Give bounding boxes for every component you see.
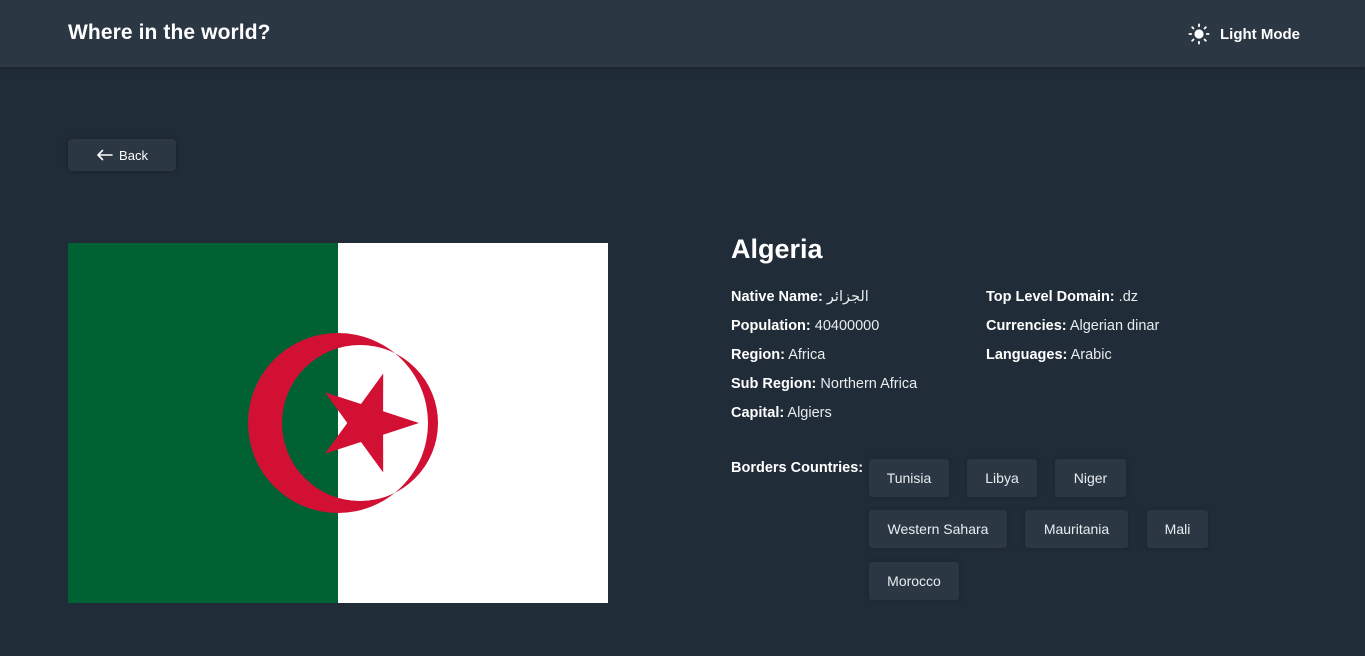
languages-label: Languages: <box>986 347 1068 363</box>
back-button[interactable]: Back <box>68 139 176 171</box>
native-name-value: الجزائر <box>826 289 869 305</box>
languages-value: Arabic <box>1070 347 1112 363</box>
sub-region-label: Sub Region: <box>731 376 817 392</box>
region-label: Region: <box>731 347 785 363</box>
border-country-button[interactable]: Mauritania <box>1025 510 1128 548</box>
currencies-row: Currencies: Algerian dinar <box>986 316 1159 345</box>
top-level-domain-label: Top Level Domain: <box>986 289 1115 305</box>
border-country-button[interactable]: Libya <box>967 459 1037 497</box>
native-name-label: Native Name: <box>731 289 823 305</box>
native-name-row: Native Name: الجزائر <box>731 287 917 316</box>
arrow-left-icon <box>97 149 113 161</box>
border-country-button[interactable]: Tunisia <box>869 459 949 497</box>
flag-green-band <box>68 243 338 603</box>
population-value: 40400000 <box>814 318 880 334</box>
top-level-domain-row: Top Level Domain: .dz <box>986 287 1159 316</box>
capital-value: Algiers <box>787 405 832 421</box>
app-title: Where in the world? <box>68 21 271 44</box>
region-row: Region: Africa <box>731 345 917 374</box>
mode-label: Light Mode <box>1220 25 1300 43</box>
info-column-left: Native Name: الجزائر Population: 4040000… <box>731 287 917 432</box>
languages-row: Languages: Arabic <box>986 345 1159 374</box>
country-flag <box>68 243 608 603</box>
region-value: Africa <box>788 347 826 363</box>
border-country-button[interactable]: Niger <box>1055 459 1126 497</box>
top-header: Where in the world? Light Mode <box>0 0 1365 67</box>
back-label: Back <box>119 147 148 163</box>
currencies-label: Currencies: <box>986 318 1067 334</box>
border-country-button[interactable]: Mali <box>1147 510 1208 548</box>
country-name: Algeria <box>731 234 823 264</box>
info-column-right: Top Level Domain: .dz Currencies: Algeri… <box>986 287 1159 374</box>
sun-icon <box>1188 23 1210 45</box>
borders-label: Borders Countries: <box>731 460 864 476</box>
border-country-button[interactable]: Morocco <box>869 562 959 600</box>
border-country-button[interactable]: Western Sahara <box>869 510 1007 548</box>
population-row: Population: 40400000 <box>731 316 917 345</box>
sub-region-value: Northern Africa <box>820 376 918 392</box>
population-label: Population: <box>731 318 811 334</box>
light-mode-toggle[interactable]: Light Mode <box>1188 23 1300 45</box>
top-level-domain-value: .dz <box>1118 289 1139 305</box>
capital-row: Capital: Algiers <box>731 403 917 432</box>
sub-region-row: Sub Region: Northern Africa <box>731 374 917 403</box>
capital-label: Capital: <box>731 405 785 421</box>
currencies-value: Algerian dinar <box>1069 318 1160 334</box>
